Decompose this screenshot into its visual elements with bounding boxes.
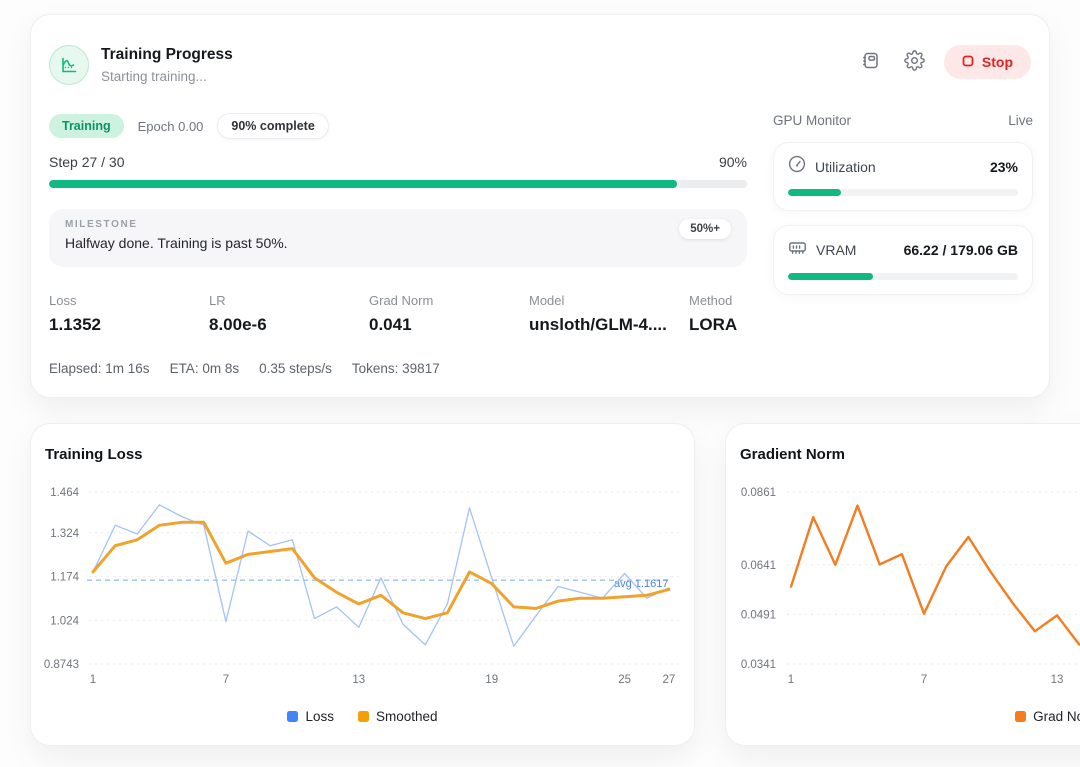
- card-header: Training Progress Starting training...: [49, 45, 1031, 89]
- badge-row: Training Epoch 0.00 90% complete: [49, 113, 329, 139]
- milestone-kicker: MILESTONE: [65, 219, 731, 230]
- vram-label: VRAM: [816, 242, 856, 258]
- step-row: Step 27 / 30 90%: [49, 154, 747, 170]
- gear-icon: [904, 50, 925, 74]
- grad-chart-plot: 0.0861 0.0641 0.0491 0.0341 1 7 13: [726, 424, 1080, 699]
- stat-loss: Loss 1.1352: [49, 293, 209, 335]
- utilization-bar-fill: [788, 189, 841, 196]
- training-chart-icon: [49, 45, 89, 85]
- step-progress-bar: [49, 180, 747, 188]
- legend-swatch: [1015, 711, 1026, 722]
- steps-per-sec-label: 0.35 steps/s: [259, 361, 332, 376]
- stat-lr: LR 8.00e-6: [209, 293, 369, 335]
- gpu-monitor-title: GPU Monitor: [773, 113, 851, 128]
- notebook-icon: [860, 50, 881, 74]
- milestone-box: MILESTONE Halfway done. Training is past…: [49, 209, 747, 267]
- svg-text:1.024: 1.024: [50, 615, 79, 627]
- gpu-monitor-panel: GPU Monitor Live Utilization 23%: [773, 113, 1033, 295]
- step-label: Step 27 / 30: [49, 154, 125, 170]
- legend-label: Smoothed: [376, 709, 438, 724]
- svg-text:1.464: 1.464: [50, 487, 79, 499]
- stat-model: Model unsloth/GLM-4....: [529, 293, 689, 335]
- loss-chart-legend: Loss Smoothed: [31, 709, 694, 724]
- gpu-utilization-card: Utilization 23%: [773, 142, 1033, 211]
- eta-label: ETA: 0m 8s: [170, 361, 240, 376]
- svg-text:13: 13: [352, 674, 365, 686]
- ram-chip-icon: [788, 238, 807, 262]
- page: Training Progress Starting training...: [0, 0, 1080, 767]
- svg-text:25: 25: [618, 674, 631, 686]
- stat-grad-norm: Grad Norm 0.041: [369, 293, 529, 335]
- svg-text:0.0491: 0.0491: [741, 609, 776, 621]
- vram-value: 66.22 / 179.06 GB: [904, 242, 1018, 258]
- page-title: Training Progress: [101, 46, 233, 64]
- tokens-label: Tokens: 39817: [352, 361, 440, 376]
- stop-button[interactable]: Stop: [944, 45, 1031, 79]
- legend-label: Grad Norm: [1033, 709, 1080, 724]
- legend-label: Loss: [305, 709, 334, 724]
- milestone-text: Halfway done. Training is past 50%.: [65, 235, 731, 251]
- stat-method: Method LORA: [689, 293, 737, 335]
- utilization-bar: [788, 189, 1018, 196]
- training-loss-chart-card: Training Loss 1.4641.3241.1741.0240.8743…: [30, 423, 695, 746]
- gradient-norm-chart-card: Gradient Norm 0.08610.06410.04910.034117…: [725, 423, 1080, 746]
- legend-item[interactable]: Smoothed: [358, 709, 438, 724]
- status-subtitle: Starting training...: [101, 69, 207, 84]
- gauge-icon: [788, 155, 806, 178]
- svg-text:1.174: 1.174: [50, 572, 79, 584]
- training-progress-card: Training Progress Starting training...: [30, 14, 1050, 398]
- svg-text:7: 7: [921, 674, 927, 686]
- svg-text:7: 7: [223, 674, 229, 686]
- vram-bar-fill: [788, 273, 873, 280]
- grad-chart-legend: Grad Norm: [726, 709, 1080, 724]
- milestone-badge: 50%+: [679, 219, 731, 239]
- stop-button-label: Stop: [982, 54, 1013, 70]
- complete-badge: 90% complete: [217, 113, 328, 139]
- status-badge: Training: [49, 114, 124, 138]
- stats-row: Loss 1.1352 LR 8.00e-6 Grad Norm 0.041 M…: [49, 293, 749, 335]
- svg-text:13: 13: [1051, 674, 1064, 686]
- svg-text:1: 1: [788, 674, 794, 686]
- logs-button[interactable]: [856, 47, 886, 77]
- elapsed-label: Elapsed: 1m 16s: [49, 361, 150, 376]
- legend-item[interactable]: Loss: [287, 709, 334, 724]
- svg-text:0.0861: 0.0861: [741, 487, 776, 499]
- svg-text:1.324: 1.324: [50, 528, 79, 540]
- stop-square-icon: [962, 54, 974, 70]
- svg-text:0.0341: 0.0341: [741, 659, 776, 671]
- svg-text:avg 1.1617: avg 1.1617: [614, 578, 668, 590]
- timing-row: Elapsed: 1m 16s ETA: 0m 8s 0.35 steps/s …: [49, 361, 440, 376]
- legend-swatch: [287, 711, 298, 722]
- epoch-label: Epoch 0.00: [138, 119, 204, 134]
- legend-swatch: [358, 711, 369, 722]
- svg-text:19: 19: [485, 674, 498, 686]
- svg-text:1: 1: [90, 674, 96, 686]
- utilization-value: 23%: [990, 159, 1018, 175]
- vram-bar: [788, 273, 1018, 280]
- gpu-vram-card: VRAM 66.22 / 179.06 GB: [773, 225, 1033, 295]
- gpu-live-badge: Live: [1008, 113, 1033, 128]
- svg-text:27: 27: [663, 674, 676, 686]
- svg-text:0.0641: 0.0641: [741, 560, 776, 572]
- legend-item[interactable]: Grad Norm: [1015, 709, 1080, 724]
- settings-button[interactable]: [900, 47, 930, 77]
- utilization-label: Utilization: [815, 159, 876, 175]
- loss-chart-plot: 1.464 1.324 1.174 1.024 0.8743 1 7 13 19 25 27 avg …: [31, 424, 696, 699]
- svg-text:0.8743: 0.8743: [44, 659, 79, 671]
- step-percent: 90%: [719, 154, 747, 170]
- step-progress-fill: [49, 180, 677, 188]
